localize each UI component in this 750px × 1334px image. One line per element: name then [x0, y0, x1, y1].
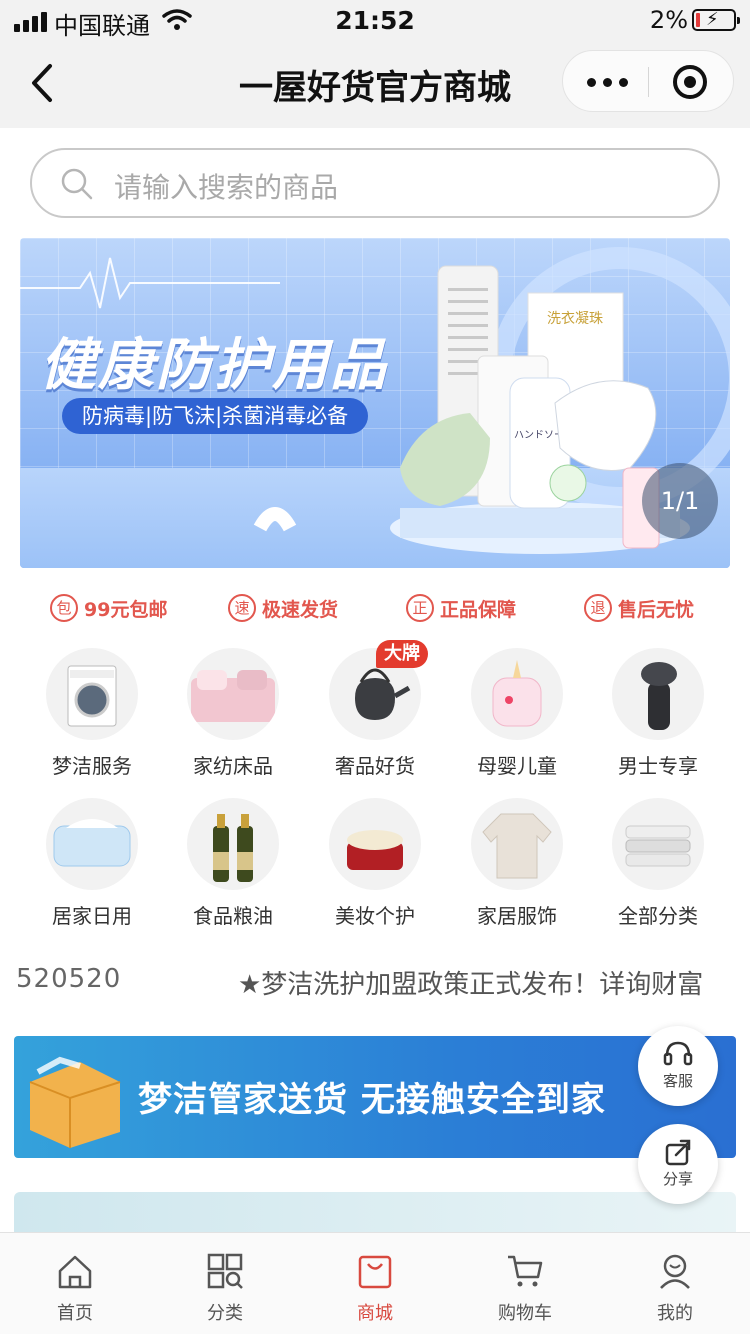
mini-program-capsule — [562, 50, 734, 112]
headset-icon — [663, 1041, 693, 1066]
user-icon — [660, 1254, 690, 1289]
ticker-number: 520520 — [16, 964, 122, 994]
more-options-icon[interactable] — [583, 64, 633, 98]
tab-label: 分类 — [207, 1303, 243, 1324]
tab-home[interactable]: 首页 — [0, 1233, 150, 1334]
authentic-icon: 正 — [406, 594, 434, 622]
battery-percent: 2% — [649, 6, 688, 34]
bedding-icon — [187, 648, 279, 740]
announcement-ticker[interactable]: 520520 ★梦洁洗护加盟政策正式发布！详询财富 — [0, 958, 750, 1002]
hero-banner[interactable]: 洗衣凝珠 ハンドソープ 健康防护用品 防病毒|防飞沫|杀菌消毒必备 1/1 — [20, 238, 730, 568]
category-label: 全部分类 — [618, 904, 698, 928]
category-label: 家居服饰 — [477, 904, 557, 928]
olive-oil-icon — [187, 798, 279, 890]
nav-bar: 一屋好货官方商城 — [0, 40, 750, 128]
category-mengjie-service[interactable]: 梦洁服务 — [21, 648, 161, 788]
category-label: 梦洁服务 — [52, 754, 132, 778]
banner-subtitle: 防病毒|防飞沫|杀菌消毒必备 — [62, 398, 369, 434]
capsule-divider — [648, 67, 649, 97]
ticker-message: ★梦洁洗护加盟政策正式发布！详询财富 — [238, 970, 704, 1000]
detergent-label: 洗衣凝珠 — [547, 311, 603, 327]
secondary-banner[interactable] — [14, 1192, 736, 1232]
tab-label: 商城 — [357, 1303, 393, 1324]
category-household[interactable]: 居家日用 — [21, 798, 161, 938]
bottom-tab-bar: 首页 分类 商城 购物车 我的 — [0, 1232, 750, 1334]
guarantee-label: 极速发货 — [262, 598, 339, 621]
promo-text: 梦洁管家送货 无接触安全到家 — [138, 1080, 606, 1120]
tab-label: 购物车 — [498, 1303, 552, 1324]
guarantee-authentic: 正 正品保障 — [406, 592, 516, 624]
category-baby[interactable]: 母婴儿童 — [446, 648, 586, 788]
washing-machine-icon — [46, 648, 138, 740]
close-miniprogram-icon[interactable] — [673, 65, 707, 99]
customer-service-label: 客服 — [662, 1072, 693, 1090]
status-bar: 中国联通 21:52 2% ⚡ — [0, 0, 750, 40]
guarantee-label: 99元包邮 — [84, 598, 168, 621]
category-label: 食品粮油 — [193, 904, 273, 928]
category-bedding[interactable]: 家纺床品 — [162, 648, 302, 788]
search-placeholder: 请输入搜索的商品 — [114, 171, 339, 204]
category-homewear[interactable]: 家居服饰 — [446, 798, 586, 938]
category-label: 奢品好货 — [335, 754, 415, 778]
tab-mall[interactable]: 商城 — [300, 1233, 450, 1334]
share-label: 分享 — [662, 1170, 693, 1188]
share-icon — [665, 1139, 691, 1166]
delivery-promo-banner[interactable]: 梦洁管家送货 无接触安全到家 — [14, 1036, 736, 1158]
free-shipping-icon: 包 — [50, 594, 78, 622]
tab-cart[interactable]: 购物车 — [450, 1233, 600, 1334]
guarantee-label: 正品保障 — [440, 598, 517, 621]
tab-label: 首页 — [57, 1303, 93, 1324]
shopping-bag-icon — [358, 1255, 392, 1289]
category-all[interactable]: 全部分类 — [587, 798, 727, 938]
banner-pager: 1/1 — [642, 463, 718, 539]
fast-delivery-icon: 速 — [228, 594, 256, 622]
guarantee-after-sales: 退 售后无忧 — [584, 592, 694, 624]
kids-backpack-icon — [471, 648, 563, 740]
grid-icon — [207, 1253, 243, 1289]
category-food-oil[interactable]: 食品粮油 — [162, 798, 302, 938]
home-icon — [58, 1255, 92, 1289]
cart-icon — [508, 1255, 543, 1287]
category-luxury[interactable]: 大牌 奢品好货 — [304, 640, 444, 788]
shaver-icon — [612, 648, 704, 740]
guarantee-fast-delivery: 速 极速发货 — [228, 592, 338, 624]
category-beauty[interactable]: 美妆个护 — [304, 798, 444, 938]
category-label: 家纺床品 — [193, 754, 273, 778]
category-label: 居家日用 — [52, 904, 132, 928]
customer-service-button[interactable]: 客服 — [638, 1026, 718, 1106]
clock: 21:52 — [335, 6, 415, 35]
tab-label: 我的 — [657, 1303, 693, 1324]
mall-page: 请输入搜索的商品 洗衣凝珠 ハンドソープ 健康防护用品 防病毒|防飞沫|杀菌消毒… — [0, 128, 750, 1232]
tab-profile[interactable]: 我的 — [600, 1233, 750, 1334]
after-sales-icon: 退 — [584, 594, 612, 622]
category-label: 男士专享 — [618, 754, 698, 778]
brand-badge: 大牌 — [376, 640, 428, 668]
package-box-icon — [29, 1056, 121, 1148]
sweater-icon — [471, 798, 563, 890]
category-label: 美妆个护 — [335, 904, 415, 928]
towels-icon — [612, 798, 704, 890]
tab-category[interactable]: 分类 — [150, 1233, 300, 1334]
guarantee-free-shipping: 包 99元包邮 — [50, 592, 167, 624]
category-men[interactable]: 男士专享 — [587, 648, 727, 788]
search-icon — [61, 168, 93, 200]
battery-icon: ⚡ — [692, 9, 740, 31]
wet-wipes-icon — [46, 798, 138, 890]
banner-headline: 健康防护用品 — [40, 333, 388, 398]
service-guarantees: 包 99元包邮 速 极速发货 正 正品保障 退 售后无忧 — [0, 588, 750, 628]
share-button[interactable]: 分享 — [638, 1124, 718, 1204]
cream-jar-icon — [329, 798, 421, 890]
category-label: 母婴儿童 — [477, 754, 557, 778]
guarantee-label: 售后无忧 — [618, 598, 695, 621]
search-input[interactable]: 请输入搜索的商品 — [30, 148, 720, 218]
